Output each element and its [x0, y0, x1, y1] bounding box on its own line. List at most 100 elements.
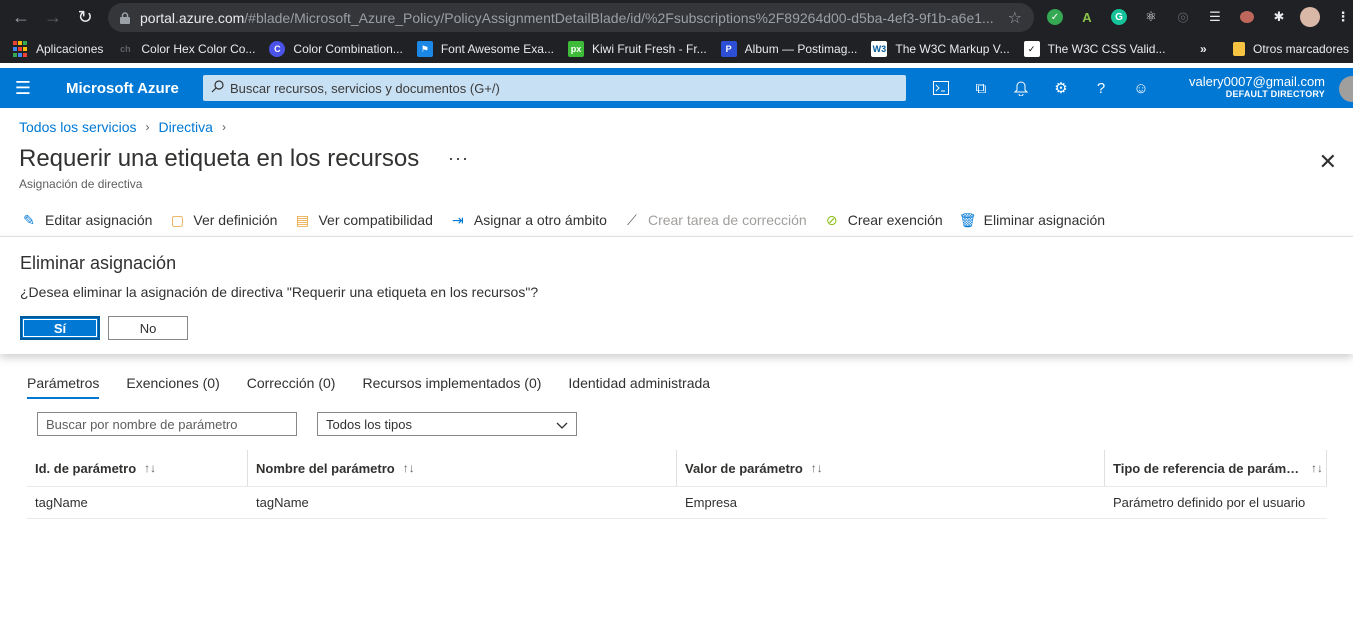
chevron-right-icon: ›: [145, 120, 150, 134]
tab-exemptions[interactable]: Exenciones (0): [126, 375, 219, 399]
tab-managed-identity[interactable]: Identidad administrada: [568, 375, 710, 399]
confirm-title: Eliminar asignación: [20, 253, 177, 273]
table-row[interactable]: tagName tagName Empresa Parámetro defini…: [27, 487, 1327, 519]
tab-remediation[interactable]: Corrección (0): [247, 375, 336, 399]
column-header[interactable]: Id. de parámetro ↑↓: [27, 450, 248, 486]
notifications-bell-icon[interactable]: [1009, 76, 1033, 100]
parameters-table: Id. de parámetro ↑↓ Nombre del parámetro ↑…: [27, 450, 1327, 519]
extension-a-icon[interactable]: A: [1077, 7, 1097, 27]
avatar[interactable]: [1339, 76, 1353, 102]
command-label: Crear tarea de corrección: [647, 212, 807, 228]
cloud-shell-icon[interactable]: [929, 76, 953, 100]
column-label: Id. de parámetro: [35, 460, 137, 476]
bookmark-label: Kiwi Fruit Fresh - Fr...: [591, 42, 707, 56]
bookmark-label: The W3C CSS Valid...: [1047, 42, 1166, 56]
apps-grid-icon: [12, 41, 28, 57]
global-search[interactable]: [203, 75, 906, 101]
confirm-no-button[interactable]: No: [108, 316, 188, 340]
close-icon[interactable]: ✕: [1319, 149, 1337, 175]
more-options-icon[interactable]: ···: [448, 148, 469, 169]
bookmark-item[interactable]: Aplicaciones: [12, 41, 103, 57]
extension-red-icon[interactable]: [1237, 7, 1257, 27]
delete-assignment-button[interactable]: 🗑 Eliminar asignación: [959, 211, 1105, 229]
account-menu[interactable]: valery0007@gmail.com DEFAULT DIRECTORY: [1189, 74, 1325, 99]
help-question-icon[interactable]: ?: [1089, 76, 1113, 100]
sort-icon[interactable]: ↑↓: [811, 461, 823, 475]
menu-kebab-icon[interactable]: ⋮: [1333, 7, 1353, 27]
tab-parameters[interactable]: Parámetros: [27, 375, 100, 399]
column-header[interactable]: Valor de parámetro ↑↓: [677, 450, 1105, 486]
tab-deployed-resources[interactable]: Recursos implementados (0): [362, 375, 541, 399]
bookmark-item[interactable]: ⚑ Font Awesome Exa...: [416, 41, 554, 57]
column-label: Valor de parámetro: [685, 460, 803, 476]
bookmark-item[interactable]: ch Color Hex Color Co...: [117, 41, 255, 57]
folder-icon: [1233, 42, 1245, 56]
bookmark-label: Aplicaciones: [36, 42, 104, 56]
extension-ring-icon[interactable]: ◎: [1173, 7, 1193, 27]
breadcrumb-policy[interactable]: Directiva: [159, 119, 213, 135]
react-devtools-icon[interactable]: ⚛: [1141, 7, 1161, 27]
colorhex-icon: ch: [120, 44, 131, 54]
type-filter-value: Todos los tipos: [326, 416, 412, 432]
bookmark-label: Color Combination...: [293, 42, 403, 56]
account-email: valery0007@gmail.com: [1188, 74, 1325, 89]
column-header[interactable]: Nombre del parámetro ↑↓: [248, 450, 677, 486]
azure-brand[interactable]: Microsoft Azure: [66, 80, 179, 97]
table-header: Id. de parámetro ↑↓ Nombre del parámetro ↑…: [27, 450, 1327, 487]
exemption-icon: ⊘: [825, 211, 838, 228]
bookmarks-overflow[interactable]: »: [1200, 42, 1207, 56]
assign-scope-button[interactable]: ⇥ Asignar a otro ámbito: [449, 211, 607, 229]
back-arrow-icon[interactable]: ←: [6, 2, 36, 32]
url-path: /#blade/Microsoft_Azure_Policy/PolicyAss…: [244, 9, 994, 26]
column-header[interactable]: Tipo de referencia de parámetro ↑↓: [1105, 450, 1327, 486]
reload-icon[interactable]: ↻: [70, 2, 100, 32]
lock-icon: [120, 11, 130, 24]
confirm-yes-button[interactable]: Sí: [20, 316, 100, 340]
sort-icon[interactable]: ↑↓: [403, 461, 415, 475]
bookmark-star-icon[interactable]: ☆: [1008, 8, 1022, 28]
bookmark-item[interactable]: W3 The W3C Markup V...: [871, 41, 1010, 57]
chevron-down-icon: [556, 417, 568, 432]
parameter-search[interactable]: [37, 412, 297, 436]
compliance-icon: ▤: [295, 211, 310, 228]
command-label: Ver compatibilidad: [318, 212, 433, 228]
bookmark-item[interactable]: C Color Combination...: [269, 41, 403, 57]
hamburger-menu-icon[interactable]: ☰: [0, 68, 46, 108]
forward-arrow-icon[interactable]: →: [38, 2, 68, 32]
parameter-search-input[interactable]: [38, 413, 296, 435]
sort-icon[interactable]: ↑↓: [144, 461, 156, 475]
extension-list-icon[interactable]: ☰: [1205, 7, 1225, 27]
bookmark-item[interactable]: ✓ The W3C CSS Valid...: [1023, 41, 1166, 57]
feedback-smiley-icon[interactable]: ☺: [1129, 76, 1153, 100]
bookmarks-bar: Aplicaciones ch Color Hex Color Co... C Co…: [0, 35, 1353, 63]
create-remediation-button[interactable]: ⟋ Crear tarea de corrección: [623, 211, 807, 229]
global-search-input[interactable]: [230, 80, 890, 96]
breadcrumb-all-services[interactable]: Todos los servicios: [19, 119, 137, 135]
view-compliance-button[interactable]: ▤ Ver compatibilidad: [293, 211, 433, 229]
bookmark-item[interactable]: px Kiwi Fruit Fresh - Fr...: [567, 41, 707, 57]
command-label: Ver definición: [193, 212, 278, 228]
bookmark-item[interactable]: P Album — Postimag...: [720, 41, 857, 57]
view-definition-button[interactable]: ▢ Ver definición: [168, 211, 278, 229]
type-filter-dropdown[interactable]: Todos los tipos: [317, 412, 577, 436]
create-exemption-button[interactable]: ⊘ Crear exención: [823, 211, 943, 229]
css-icon: ✓: [1023, 41, 1040, 57]
azure-header: ☰ Microsoft Azure ⧉ ⚙ ? ☺ valery0007@gma…: [0, 68, 1353, 108]
column-label: Nombre del parámetro: [256, 460, 395, 476]
settings-gear-icon[interactable]: ⚙: [1049, 76, 1073, 100]
puzzle-extensions-icon[interactable]: ✱: [1269, 7, 1289, 27]
check-extension-icon[interactable]: ✓: [1045, 7, 1065, 27]
confirm-message: ¿Desea eliminar la asignación de directi…: [20, 284, 539, 300]
other-bookmarks[interactable]: Otros marcadores: [1233, 42, 1349, 56]
table-cell: tagName: [256, 495, 309, 510]
grammarly-icon[interactable]: G: [1109, 7, 1129, 27]
pencil-icon: ✎: [23, 211, 35, 228]
address-bar[interactable]: portal.azure.com/#blade/Microsoft_Azure_…: [108, 3, 1034, 32]
column-label: Tipo de referencia de parámetro: [1113, 460, 1303, 476]
edit-assignment-button[interactable]: ✎ Editar asignación: [20, 211, 152, 229]
trash-icon: 🗑: [958, 211, 977, 228]
directory-filter-icon[interactable]: ⧉: [969, 76, 993, 100]
profile-avatar-icon[interactable]: [1300, 7, 1320, 27]
sort-icon[interactable]: ↑↓: [1311, 461, 1323, 475]
remediation-icon: ⟋: [627, 211, 637, 228]
